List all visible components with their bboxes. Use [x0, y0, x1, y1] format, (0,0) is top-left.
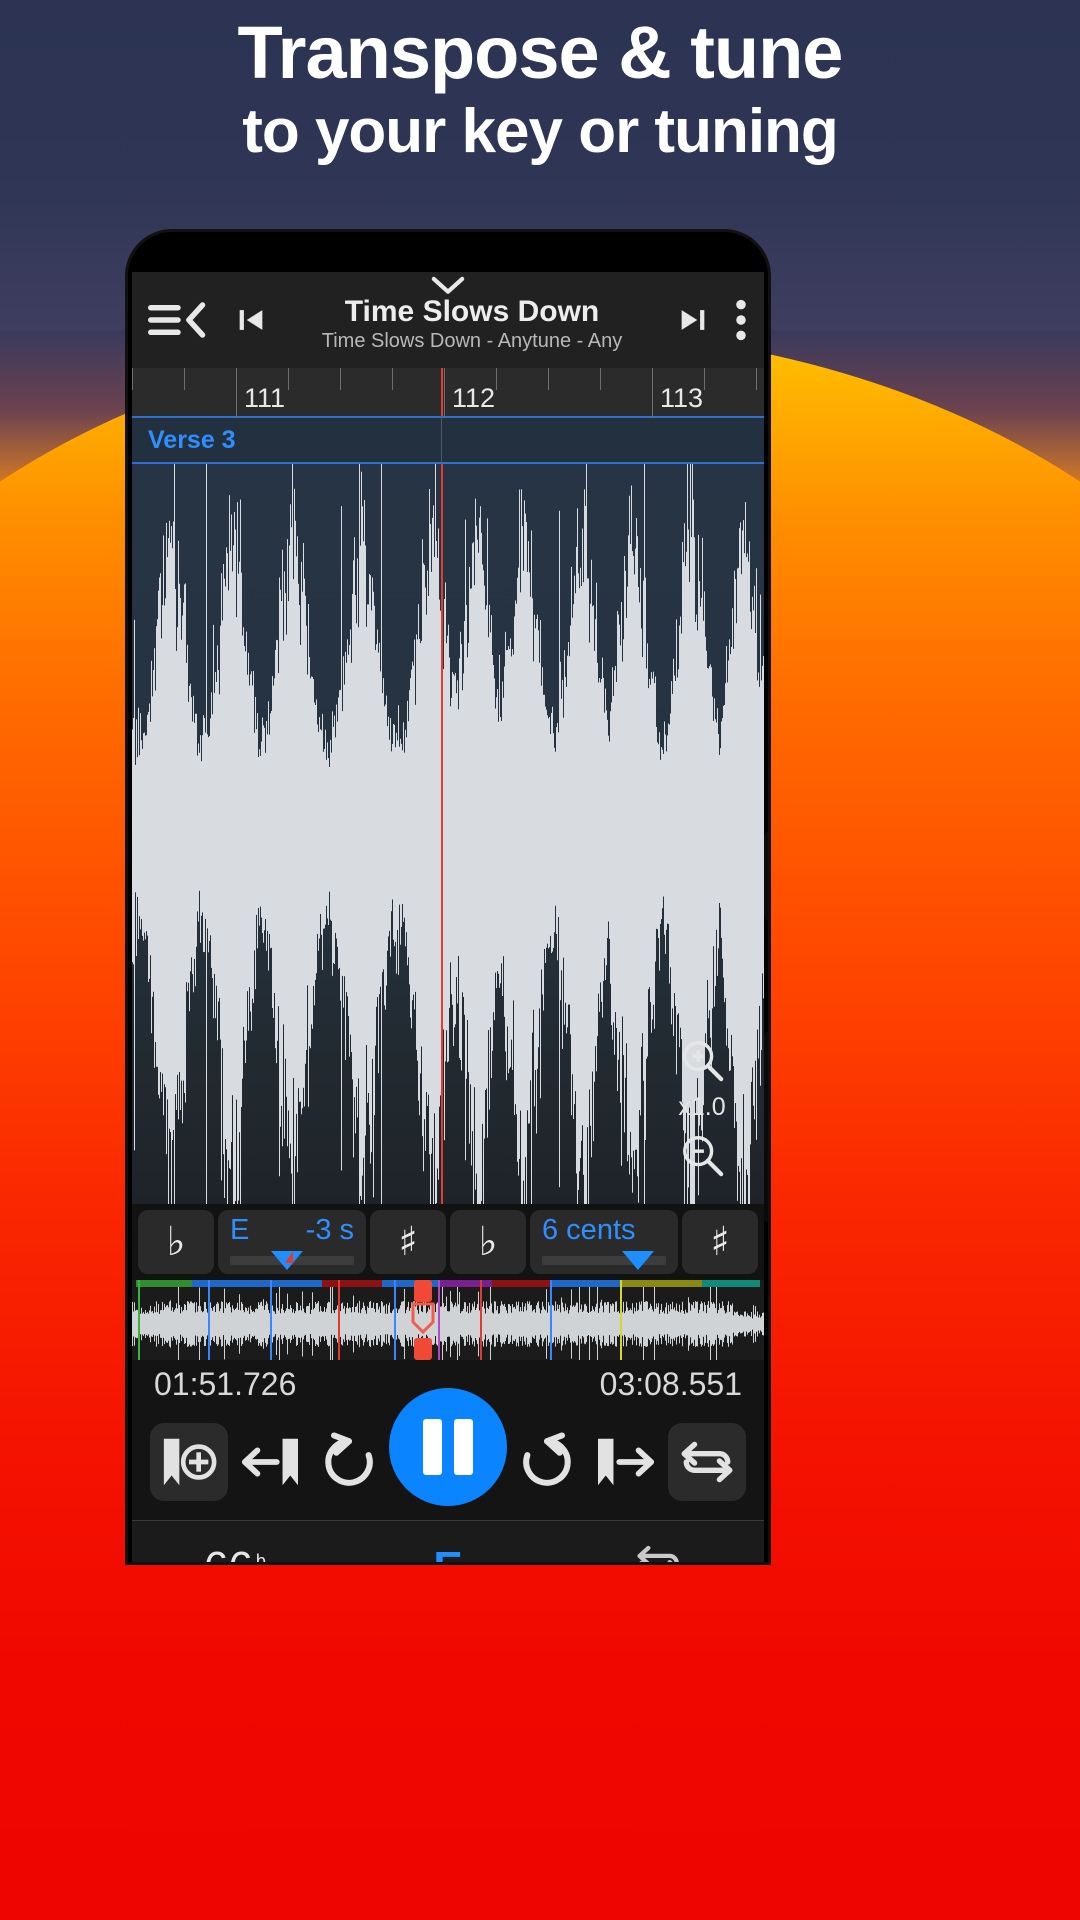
track-title: Time Slows Down [344, 295, 600, 328]
overview-marker [208, 1280, 210, 1360]
overview-section [438, 1280, 492, 1287]
transport-bar: 01:51.726 03:08.551 [132, 1360, 764, 1520]
overview-section [136, 1280, 192, 1287]
sharp-icon: ♯ [398, 1219, 418, 1265]
key-sharp-button[interactable]: ♯ [370, 1210, 446, 1274]
tab-looping[interactable]: Looping [553, 1540, 764, 1562]
bpm-unit: bm [255, 1551, 266, 1562]
pitch-value: E [343, 1543, 554, 1562]
headline-line-1: Transpose & tune [237, 11, 844, 94]
flat-icon: ♭ [166, 1219, 186, 1265]
phone-volume-button[interactable] [764, 832, 768, 920]
overview-section [322, 1280, 382, 1287]
ruler-label-1: 112 [452, 383, 496, 413]
promo-headline: Transpose & tune to your key or tuning [0, 10, 1080, 169]
overview-marker [138, 1280, 140, 1360]
tab-pitch[interactable]: E Pitch [343, 1543, 554, 1562]
tab-tempo[interactable]: 66bm Tempo [132, 1543, 343, 1562]
current-time: 01:51.726 [154, 1366, 297, 1402]
playhead-ruler [441, 368, 443, 416]
app-toolbar: Time Slows Down Time Slows Down - Anytun… [132, 272, 764, 368]
zoom-controls: x1.0 [662, 1037, 742, 1178]
hamburger-back-icon[interactable] [148, 300, 208, 340]
overview-section [192, 1280, 322, 1287]
overview-section [552, 1280, 622, 1287]
rotate-left-icon[interactable] [310, 1423, 388, 1501]
section-label: Verse 3 [148, 425, 236, 454]
bottom-tab-bar: 66bm Tempo E Pitch Looping [132, 1520, 764, 1562]
skip-next-icon[interactable] [676, 303, 710, 337]
key-seconds: -3 s [305, 1214, 354, 1246]
key-flat-button[interactable]: ♭ [138, 1210, 214, 1274]
zoom-out-icon[interactable] [679, 1132, 725, 1178]
overview-marker [394, 1280, 396, 1360]
skip-previous-icon[interactable] [234, 303, 268, 337]
playhead-waveform[interactable] [441, 464, 443, 1204]
cents-slider-thumb[interactable] [621, 1251, 654, 1270]
tempo-number: 66 [204, 1543, 253, 1562]
track-subtitle: Time Slows Down - Anytune - Any [321, 330, 623, 352]
bookmark-previous-icon[interactable] [230, 1423, 308, 1501]
cents-flat-button[interactable]: ♭ [450, 1210, 526, 1274]
overview-playhead-top[interactable] [414, 1280, 432, 1302]
rotate-right-icon[interactable] [508, 1423, 586, 1501]
ruler-label-2: 113 [660, 383, 704, 413]
bar-ruler[interactable]: 111 112 113 [132, 368, 764, 418]
pause-icon [454, 1419, 473, 1475]
loop-icon[interactable] [668, 1423, 746, 1501]
overview-marker [338, 1280, 340, 1360]
tempo-value: 66bm [132, 1543, 343, 1562]
loop-region-icon [411, 1302, 435, 1335]
overview-section [492, 1280, 552, 1287]
section-marker-row[interactable]: Verse 3 [132, 418, 764, 464]
transpose-controls: ♭ E -3 s ♯ ♭ 6 cents ♯ [132, 1204, 764, 1280]
loop-icon [637, 1545, 679, 1562]
overview-section [622, 1280, 702, 1287]
overview-playhead-bottom[interactable] [414, 1338, 432, 1360]
cents-sharp-button[interactable]: ♯ [682, 1210, 758, 1274]
track-info[interactable]: Time Slows Down Time Slows Down - Anytun… [268, 287, 676, 353]
overview-marker [550, 1280, 552, 1360]
total-time: 03:08.551 [599, 1366, 742, 1402]
overview-marker [270, 1280, 272, 1360]
sharp-icon: ♯ [710, 1219, 730, 1265]
key-value: E [230, 1214, 250, 1246]
section-divider [441, 418, 442, 462]
cents-value: 6 cents [542, 1214, 636, 1246]
bookmark-next-icon[interactable] [588, 1423, 666, 1501]
overview-marker [438, 1280, 440, 1360]
more-vertical-icon[interactable] [734, 299, 748, 341]
toolbar-left-group [148, 300, 268, 340]
looping-icon-wrap [553, 1540, 764, 1562]
pause-icon [423, 1419, 442, 1475]
key-slider[interactable]: E -3 s [218, 1210, 366, 1274]
phone-frame: Time Slows Down Time Slows Down - Anytun… [128, 232, 768, 1562]
chevron-down-icon[interactable] [431, 276, 465, 301]
bookmark-add-icon[interactable] [150, 1423, 228, 1501]
app-screen: Time Slows Down Time Slows Down - Anytun… [132, 272, 764, 1562]
waveform-view[interactable]: x1.0 [132, 464, 764, 1204]
toolbar-right-group [676, 299, 748, 341]
cents-slider[interactable]: 6 cents [530, 1210, 678, 1274]
flat-icon: ♭ [478, 1219, 498, 1265]
overview-marker [480, 1280, 482, 1360]
overview-marker [620, 1280, 622, 1360]
headline-line-2: to your key or tuning [242, 97, 839, 167]
zoom-level-label: x1.0 [678, 1093, 726, 1121]
ruler-label-0: 111 [244, 383, 286, 413]
play-pause-button[interactable] [389, 1388, 507, 1506]
overview-waveform [132, 1280, 764, 1360]
zoom-in-icon[interactable] [679, 1037, 725, 1083]
phone-power-button[interactable] [764, 1032, 768, 1222]
song-overview-strip[interactable] [132, 1280, 764, 1360]
key-slider-thumb[interactable] [271, 1251, 304, 1270]
overview-section [702, 1280, 760, 1287]
